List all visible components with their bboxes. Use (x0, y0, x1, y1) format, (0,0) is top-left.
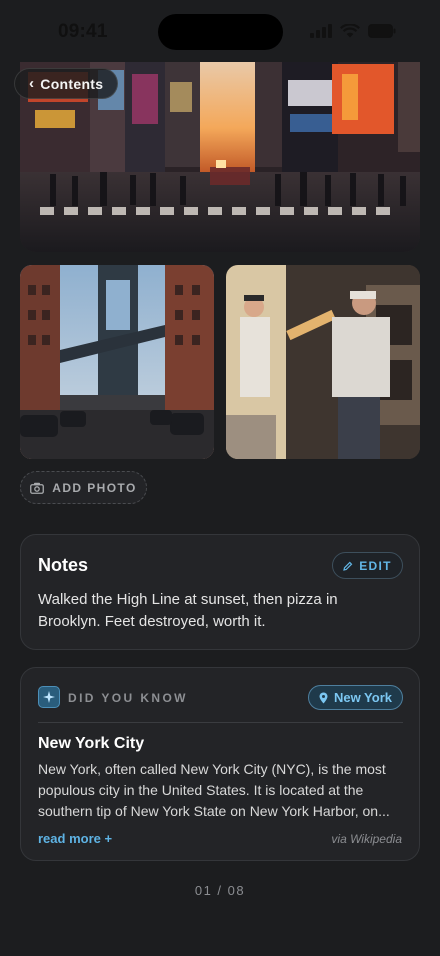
notes-text: Walked the High Line at sunset, then piz… (38, 591, 338, 630)
location-badge[interactable]: New York (307, 685, 403, 710)
wiki-excerpt: New York, often called New York City (NY… (38, 761, 390, 819)
chevron-left-icon: ‹ (29, 75, 35, 92)
did-you-know-card: DID YOU KNOW New York New York City New … (20, 667, 420, 861)
read-more-link[interactable]: read more + (38, 831, 112, 846)
brooklyn-bridge-photo[interactable] (20, 265, 214, 459)
add-photo-button[interactable]: ADD PHOTO (20, 471, 147, 504)
edit-notes-label: EDIT (359, 558, 392, 573)
back-button-label: Contents (40, 75, 104, 92)
back-button[interactable]: ‹ Contents (14, 68, 119, 99)
add-photo-label: ADD PHOTO (52, 480, 137, 495)
pin-icon (319, 692, 328, 703)
status-icons (310, 24, 396, 38)
source-attribution: via Wikipedia (331, 832, 402, 846)
notes-card: Notes EDIT Walked the High Line at sunse… (20, 534, 420, 650)
edit-notes-button[interactable]: EDIT (332, 552, 403, 579)
sparkle-icon (38, 686, 60, 708)
status-time: 09:41 (58, 21, 108, 42)
pizza-kitchen-photo[interactable] (226, 265, 420, 459)
did-you-know-label: DID YOU KNOW (68, 691, 188, 705)
wifi-icon (340, 24, 360, 38)
dynamic-island (158, 14, 283, 50)
wiki-title: New York City (38, 735, 145, 752)
notes-title: Notes (38, 555, 89, 575)
location-badge-label: New York (333, 690, 392, 705)
pencil-icon (343, 561, 353, 571)
signal-icon (310, 24, 332, 38)
status-bar: 09:41 (0, 0, 440, 62)
battery-icon (368, 24, 396, 38)
page-indicator: 01 / 08 (194, 883, 246, 898)
divider (38, 722, 403, 723)
camera-icon (30, 482, 45, 494)
